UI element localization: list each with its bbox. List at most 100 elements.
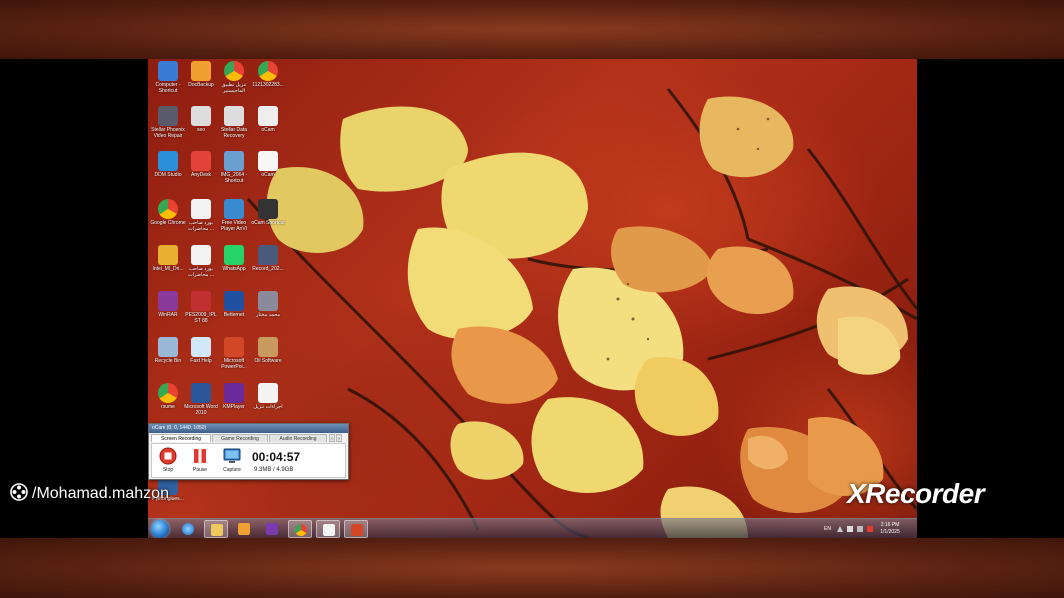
tab-scroll-left-icon[interactable]: ‹	[329, 434, 335, 442]
desktop-icon-label: Record_202...	[252, 266, 284, 272]
taskbar: EN 2:16 PM 1/1/2025	[148, 518, 917, 538]
desktop-icon[interactable]: Free Video Player AnVI	[216, 199, 252, 232]
ocam-recorder-window[interactable]: oCam (0, 0, 1440, 1050) Screen Recording…	[148, 423, 349, 480]
letterbox-left	[0, 59, 148, 538]
desktop-icon[interactable]: rsume	[150, 383, 186, 416]
taskbar-visual-studio[interactable]	[260, 520, 284, 538]
desktop-icon[interactable]: oCam Shortcut	[250, 199, 286, 232]
desktop-icon[interactable]: AnyDesk	[183, 151, 219, 184]
desktop-icon[interactable]: Fast Help	[183, 337, 219, 370]
ocam-toolbar: Stop Pause Capture 00:04:57 9.3MB / 4.9G…	[151, 443, 346, 478]
desktop-icon-label: oCam	[261, 172, 275, 178]
desktop-icon[interactable]: Intel_MI_Dri...	[150, 245, 186, 278]
desktop-icon-label: Computer - Shortcut	[155, 82, 181, 94]
desktop-screen: Computer - Shortcut DocBackup تنزيل تطبيق …	[148, 59, 917, 538]
recording-timer: 00:04:57	[252, 450, 301, 464]
desktop-icon-label: KMPlayer	[223, 404, 245, 410]
capture-button[interactable]: Capture	[218, 447, 246, 473]
internet-explorer-icon	[182, 523, 194, 535]
desktop-icon[interactable]: Oil Software	[250, 337, 286, 370]
flag-icon[interactable]	[847, 526, 853, 532]
taskbar-notepad[interactable]	[316, 520, 340, 538]
desktop-icon-label: AnyDesk	[190, 172, 211, 178]
capture-monitor-icon	[223, 448, 241, 463]
mail-icon	[258, 291, 278, 311]
desktop-icon[interactable]: DocBackup	[183, 61, 219, 94]
whatsapp-icon	[224, 245, 244, 265]
desktop-icon[interactable]: Computer - Shortcut	[150, 61, 186, 94]
ocam-tabs: Screen Recording Game Recording Audio Re…	[151, 434, 347, 443]
folder-doc-icon	[191, 61, 211, 81]
notepad-icon	[323, 524, 335, 536]
desktop-icon[interactable]: IMG_2064 - Shortcut	[216, 151, 252, 184]
visual-studio-icon	[266, 523, 278, 535]
blurred-background-bottom	[0, 538, 1064, 598]
desktop-icon[interactable]: بورد صاحب محاضرات ...	[183, 199, 219, 232]
desktop-icon[interactable]: Microsoft PowerPoi...	[216, 337, 252, 370]
chrome-icon	[224, 61, 244, 81]
taskbar-internet-explorer[interactable]	[176, 520, 200, 538]
tab-scroll-right-icon[interactable]: ›	[336, 434, 342, 442]
desktop-icon[interactable]: محمد مختار	[250, 291, 286, 324]
desktop-icon[interactable]: WhatsApp	[216, 245, 252, 278]
desktop-icon[interactable]: تنزيل تطبيق الماجيستير	[216, 61, 252, 94]
desktop-icon[interactable]: oCam	[250, 106, 286, 139]
desktop-icon[interactable]: Recycle Bin	[150, 337, 186, 370]
app-icon	[224, 106, 244, 126]
recording-size: 9.3MB / 4.9GB	[254, 467, 294, 473]
show-hidden-icons-icon[interactable]	[837, 526, 843, 532]
camera-icon	[258, 199, 278, 219]
desktop-icon[interactable]: oCam	[250, 151, 286, 184]
desktop-icon[interactable]: Record_202...	[250, 245, 286, 278]
capture-label: Capture	[223, 467, 241, 473]
desktop-icon-label: seo	[196, 127, 206, 133]
image-icon	[224, 151, 244, 171]
desktop-icon[interactable]: seo	[183, 106, 219, 139]
username-text: /Mohamad.mahzon	[32, 485, 169, 502]
language-indicator[interactable]: EN	[824, 526, 831, 532]
desktop-icon[interactable]: Stellar Phoenix Video Repair	[150, 106, 186, 139]
desktop-icon[interactable]: 1121302283...	[250, 61, 286, 94]
stop-label: Stop	[162, 467, 174, 473]
desktop-icon-label: Stellar Phoenix Video Repair	[151, 127, 185, 139]
desktop-icon[interactable]: PES2009_IPL ST 88	[183, 291, 219, 324]
desktop-icon-label: محمد مختار	[255, 312, 281, 318]
desktop-icon[interactable]: Google Chrome	[150, 199, 186, 232]
desktop-icon-label: 1121302283...	[252, 82, 284, 88]
desktop-icon[interactable]: بورد صاحب محاضرات ...	[183, 245, 219, 278]
computer-icon	[158, 61, 178, 81]
taskbar-file-explorer[interactable]	[204, 520, 228, 538]
volume-icon[interactable]	[857, 526, 863, 532]
document-icon	[191, 245, 211, 265]
taskbar-chrome[interactable]	[288, 520, 312, 538]
taskbar-powerpoint[interactable]	[344, 520, 368, 538]
tab-game-recording[interactable]: Game Recording	[212, 434, 268, 442]
taskbar-clock[interactable]: 2:16 PM 1/1/2025	[875, 522, 905, 536]
desktop-icon[interactable]: Microsoft Word 2010	[183, 383, 219, 416]
desktop-icon-label: Microsoft Word 2010	[184, 404, 218, 416]
desktop-icon[interactable]: اجراءات تنزيل	[250, 383, 286, 416]
desktop-icon-label: WinRAR	[158, 312, 178, 318]
desktop-icon[interactable]: KMPlayer	[216, 383, 252, 416]
desktop-icon[interactable]: DDM Studio	[150, 151, 186, 184]
app-icon	[258, 337, 278, 357]
document-icon	[191, 199, 211, 219]
stop-button[interactable]: Stop	[154, 447, 182, 473]
ocam-titlebar[interactable]: oCam (0, 0, 1440, 1050)	[149, 424, 348, 433]
taskbar-media-player[interactable]	[232, 520, 256, 538]
tab-screen-recording[interactable]: Screen Recording	[151, 434, 211, 442]
start-button-icon[interactable]	[151, 520, 169, 538]
desktop-icon-label: اجراءات تنزيل	[253, 404, 283, 410]
network-icon[interactable]	[867, 526, 873, 532]
desktop-icon-label: تنزيل تطبيق الماجيستير	[221, 82, 247, 94]
desktop-icon-label: Recycle Bin	[154, 358, 182, 364]
media-player-icon	[238, 523, 250, 535]
tab-audio-recording[interactable]: Audio Recording	[269, 434, 327, 442]
clock-date: 1/1/2025	[880, 529, 900, 535]
desktop-icon[interactable]: Stellar Data Recovery	[216, 106, 252, 139]
xrecorder-watermark: XRecorder	[847, 478, 985, 509]
desktop-icon[interactable]: WinRAR	[150, 291, 186, 324]
pause-button[interactable]: Pause	[186, 447, 214, 473]
camera-reel-icon	[10, 483, 28, 501]
desktop-icon[interactable]: Betternet	[216, 291, 252, 324]
